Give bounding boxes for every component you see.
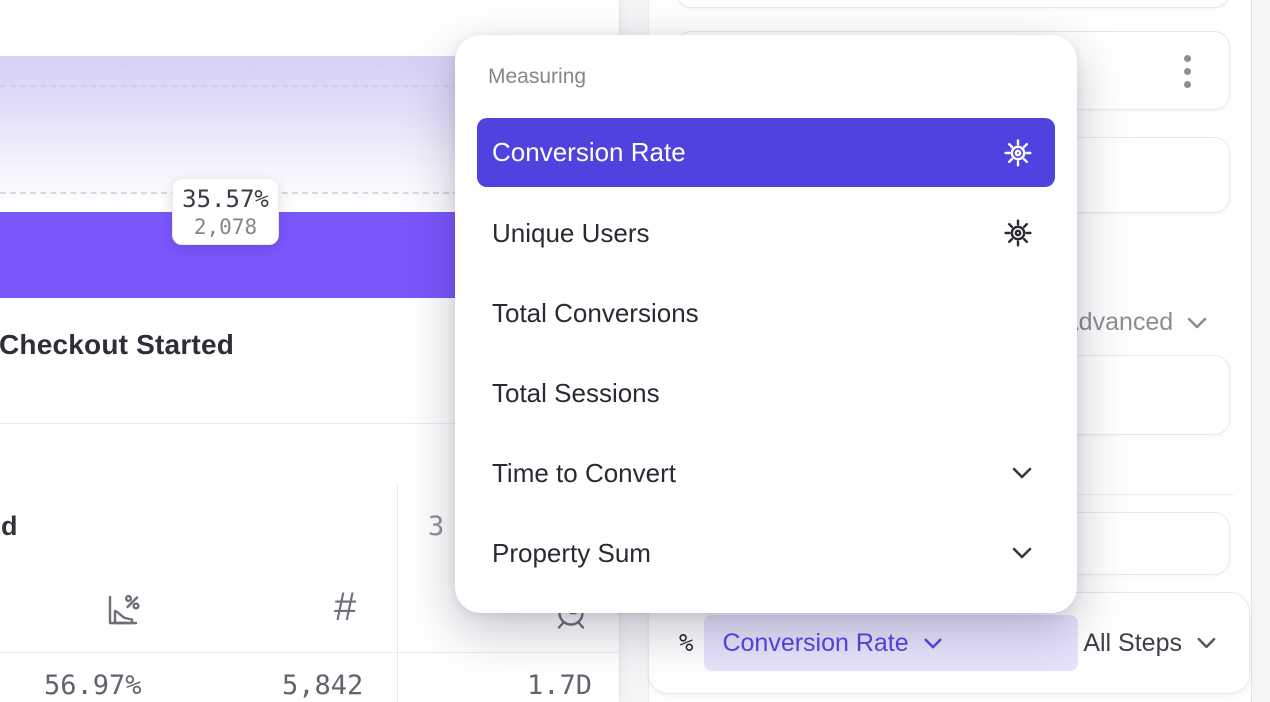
menu-item-total-conversions[interactable]: Total Conversions [477,273,1055,353]
menu-item-label: Total Conversions [492,298,699,329]
builder-card-top [676,0,1230,8]
menu-item-conversion-rate[interactable]: Conversion Rate [477,118,1055,187]
measuring-section-label: Measuring [488,65,586,89]
steps-selector-label: All Steps [1083,629,1182,658]
step-label: Checkout Started [0,329,234,361]
menu-item-total-sessions[interactable]: Total Sessions [477,353,1055,433]
funnel-tooltip: 35.57% 2,078 [172,178,279,245]
steps-selector[interactable]: All Steps [1083,629,1217,658]
menu-item-label: Time to Convert [492,458,676,489]
advanced-label: Advanced [1062,308,1173,337]
gear-icon[interactable] [1003,138,1033,168]
measuring-menu-list: Conversion Rate Unique Users [477,118,1055,593]
chevron-down-icon [1011,466,1033,480]
chevron-down-icon [1186,316,1208,330]
table-value-time: 1.7D [527,670,592,701]
tooltip-rate: 35.57% [182,185,269,213]
table-value-count: 5,842 [282,670,363,701]
chevron-down-icon [923,637,943,650]
table-row-divider [0,652,619,653]
gear-icon[interactable] [1003,218,1033,248]
table-value-rate: 56.97% [44,670,142,701]
menu-item-label: Total Sessions [492,378,660,409]
hash-icon: # [334,587,356,627]
menu-item-time-to-convert[interactable]: Time to Convert [477,433,1055,513]
funnel-report-screen: 35.57% 2,078 Checkout Started d 3 # [0,0,1270,702]
menu-item-label: Unique Users [492,218,650,249]
conversion-rate-icon [102,590,142,630]
tooltip-count: 2,078 [194,215,257,239]
menu-item-label: Property Sum [492,538,651,569]
table-header-fragment-right: 3 [428,511,444,542]
metric-type-symbol: % [679,629,693,657]
metric-selector[interactable]: Conversion Rate [704,615,1078,671]
chevron-down-icon [1196,636,1217,650]
advanced-dropdown[interactable]: Advanced [1062,308,1208,337]
menu-item-property-sum[interactable]: Property Sum [477,513,1055,593]
table-header-fragment-left: d [1,511,18,542]
metric-selector-label: Conversion Rate [722,629,908,658]
menu-item-unique-users[interactable]: Unique Users [477,193,1055,273]
menu-item-label: Conversion Rate [492,137,686,168]
column-divider [397,485,398,702]
chevron-down-icon [1011,546,1033,560]
measuring-dropdown: Measuring Conversion Rate Unique Users [455,35,1077,613]
kebab-menu-icon[interactable] [1184,55,1191,88]
